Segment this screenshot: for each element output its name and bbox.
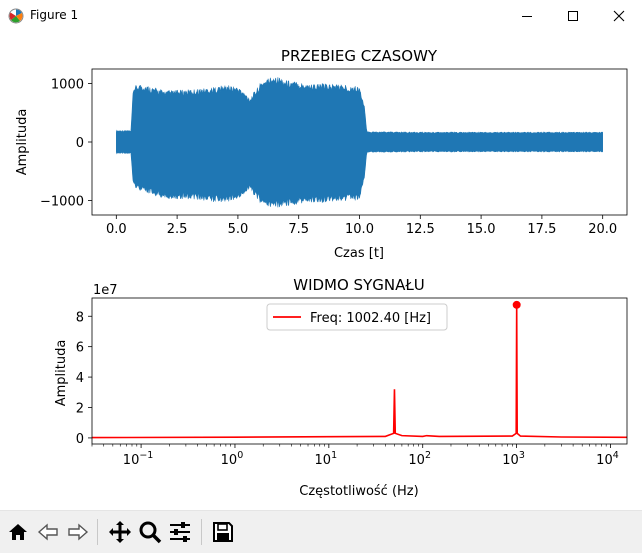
legend-label: Freq: 1002.40 [Hz] (310, 311, 431, 326)
forward-button[interactable] (64, 517, 92, 547)
x-tick-label: 15.0 (467, 222, 496, 237)
spectrum-plot-title: WIDMO SYGNAŁU (293, 276, 425, 294)
window-title: Figure 1 (30, 8, 79, 22)
spectrum-plot-ylabel: Amplituda (54, 340, 69, 407)
home-button[interactable] (4, 517, 32, 547)
y-tick-label: 2 (76, 402, 84, 417)
spectrum-scale-label: 1e7 (93, 283, 118, 298)
y-tick-label: 0 (76, 136, 84, 151)
y-tick-label: 0 (76, 432, 84, 447)
toolbar-separator (201, 519, 202, 545)
forward-icon (68, 523, 89, 541)
save-icon (213, 522, 233, 542)
x-tick-label: 7.5 (288, 222, 309, 237)
home-icon (9, 524, 27, 540)
x-tick-label: 10−1 (123, 450, 154, 468)
configure-subplots-button[interactable] (166, 517, 194, 547)
spectrum-legend: Freq: 1002.40 [Hz] (266, 303, 448, 331)
y-tick-label: 4 (76, 371, 84, 386)
time-plot-xlabel: Czas [t] (334, 246, 384, 261)
time-plot-title: PRZEBIEG CZASOWY (281, 47, 438, 65)
y-tick-label: 6 (76, 341, 84, 356)
pan-button[interactable] (106, 517, 134, 547)
y-tick-label: −1000 (40, 194, 84, 209)
x-tick-label: 104 (596, 450, 619, 468)
minimize-icon (522, 15, 532, 17)
y-tick-label: 1000 (51, 78, 84, 93)
close-icon (613, 10, 625, 21)
x-tick-label: 101 (315, 450, 338, 468)
peak-marker (512, 300, 521, 309)
x-tick-label: 0.0 (106, 222, 127, 237)
x-tick-label: 12.5 (406, 222, 435, 237)
zoom-icon (139, 521, 162, 544)
zoom-button[interactable] (136, 517, 164, 547)
time-plot-ylabel: Amplituda (15, 109, 30, 176)
x-tick-label: 5.0 (228, 222, 249, 237)
back-icon (37, 523, 58, 541)
window-titlebar: Figure 1 (0, 0, 642, 31)
x-tick-label: 10.0 (345, 222, 374, 237)
spectrum-plot: WIDMO SYGNAŁU 1e7 Freq: 1002.40 [Hz] 10−… (54, 276, 628, 499)
x-tick-label: 102 (408, 450, 431, 468)
spectrum-plot-xlabel: Częstotliwość (Hz) (299, 484, 418, 499)
navigation-toolbar (0, 510, 642, 553)
maximize-button[interactable] (550, 0, 596, 31)
matplotlib-icon (8, 8, 24, 24)
x-tick-label: 103 (502, 450, 525, 468)
save-button[interactable] (209, 517, 237, 547)
pan-icon (109, 521, 131, 543)
x-tick-label: 2.5 (167, 222, 188, 237)
time-plot: PRZEBIEG CZASOWY 0.0 2.5 5.0 7.5 10.0 12.5 15.… (15, 47, 628, 261)
minimize-button[interactable] (504, 0, 550, 31)
toolbar-separator (97, 519, 98, 545)
maximize-icon (568, 10, 578, 21)
configure-subplots-icon (170, 522, 190, 542)
x-tick-label: 100 (221, 450, 244, 468)
x-tick-label: 17.5 (527, 222, 556, 237)
figure-canvas: PRZEBIEG CZASOWY 0.0 2.5 5.0 7.5 10.0 12.5 15.… (15, 47, 628, 499)
close-button[interactable] (596, 0, 642, 31)
y-tick-label: 8 (76, 310, 84, 325)
x-tick-label: 20.0 (588, 222, 617, 237)
back-button[interactable] (34, 517, 62, 547)
